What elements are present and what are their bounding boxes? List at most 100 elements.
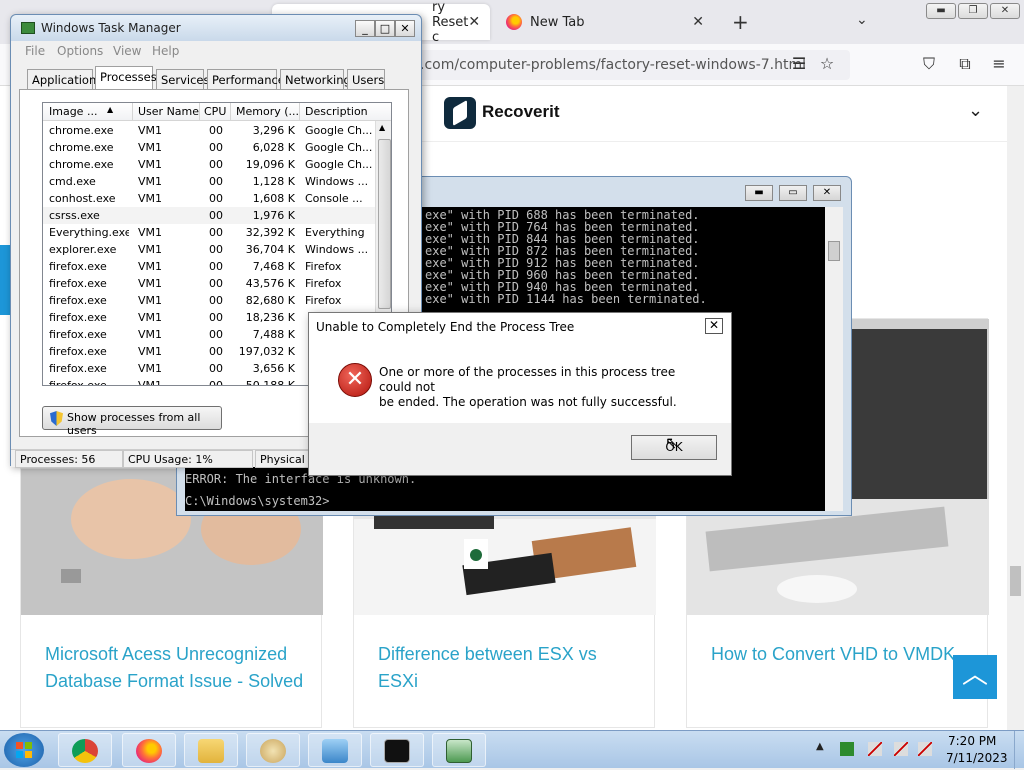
menu-options[interactable]: Options [57,44,103,58]
menu-file[interactable]: File [25,44,45,58]
cell-description: Everything [305,226,365,239]
extensions-icon[interactable]: ⧉ [954,53,976,75]
tab-processes[interactable]: Processes [95,66,157,90]
dialog-title-bar[interactable]: Unable to Completely End the Process Tre… [309,313,731,339]
scroll-up-icon[interactable]: ▲ [379,123,385,132]
column-divider[interactable] [230,103,231,121]
page-scrollbar-thumb[interactable] [1010,566,1021,596]
status-processes: Processes: 56 [15,450,123,468]
task-manager-title-bar[interactable]: Windows Task Manager _ □ ✕ [11,15,421,41]
taskbar-control-panel[interactable] [308,733,362,767]
tab-performance[interactable]: Performance [207,69,285,89]
column-user-name[interactable]: User Name [138,105,199,118]
clock-time[interactable]: 7:20 PM [948,734,996,748]
article-title[interactable]: Microsoft Acess Unrecognized Database Fo… [45,641,305,695]
console-scrollbar-thumb[interactable] [828,241,840,261]
close-window-button[interactable]: ✕ [990,3,1020,19]
reader-view-icon[interactable]: ☰ [788,53,810,75]
chevron-down-icon[interactable]: ⌄ [968,100,983,121]
cell-memory: 18,236 K [245,311,295,324]
cell-user-name: VM1 [138,141,163,154]
close-icon[interactable]: ✕ [468,14,480,30]
bookmark-star-icon[interactable]: ☆ [816,53,838,75]
pocket-icon[interactable]: ⛉ [918,53,940,75]
close-window-button[interactable]: ✕ [813,185,841,201]
taskbar-explorer[interactable] [184,733,238,767]
volume-icon[interactable] [918,742,932,756]
column-divider[interactable] [299,103,300,121]
firefox-icon [506,14,522,30]
table-row[interactable]: cmd.exe VM1 00 1,128 K Windows ... [43,173,375,190]
menu-view[interactable]: View [113,44,141,58]
table-row[interactable]: chrome.exe VM1 00 3,296 K Google Ch... [43,122,375,139]
show-all-processes-button[interactable]: Show processes from all users [42,406,222,437]
article-title[interactable]: How to Convert VHD to VMDK [711,641,971,668]
recoverit-logo-icon[interactable] [444,97,476,129]
clock-date[interactable]: 7/11/2023 [946,751,1008,765]
menu-icon[interactable]: ≡ [988,53,1010,75]
table-row[interactable]: csrss.exe 00 1,976 K [43,207,375,224]
process-list-scrollbar-thumb[interactable] [378,139,391,309]
dialog-message-line: One or more of the processes in this pro… [379,365,676,394]
table-row[interactable]: firefox.exe VM1 00 82,680 K Firefox [43,292,375,309]
taskbar-cmd[interactable] [370,733,424,767]
brand-name[interactable]: Recoverit [482,102,559,122]
tray-expand-icon[interactable]: ▲ [816,741,824,752]
taskbar-chrome[interactable] [58,733,112,767]
tab-services[interactable]: Services [156,69,210,89]
tab-applications[interactable]: Applications [27,69,102,89]
start-button[interactable] [4,733,44,767]
column-divider[interactable] [199,103,200,121]
taskbar-paint[interactable] [246,733,300,767]
console-scrollbar[interactable] [825,207,843,511]
action-center-icon[interactable] [868,742,882,756]
column-description[interactable]: Description [305,105,368,118]
minimize-button[interactable]: ▬ [745,185,773,201]
browser-tab-new[interactable]: New Tab ✕ [496,4,714,40]
new-tab-icon[interactable]: + [732,10,749,34]
cell-memory: 32,392 K [245,226,295,239]
table-row[interactable]: firefox.exe VM1 00 7,468 K Firefox [43,258,375,275]
cell-memory: 7,468 K [252,260,295,273]
tab-list-chevron-icon[interactable]: ⌄ [856,12,868,28]
column-image-name[interactable]: Image ... [49,105,97,118]
column-memory[interactable]: Memory (... [236,105,299,118]
menu-help[interactable]: Help [152,44,179,58]
chrome-icon [72,739,98,763]
table-row[interactable]: chrome.exe VM1 00 6,028 K Google Ch... [43,139,375,156]
column-divider[interactable] [132,103,133,121]
table-row[interactable]: Everything.exe VM1 00 32,392 K Everything [43,224,375,241]
restore-button[interactable]: ❐ [958,3,988,19]
maximize-button[interactable]: □ [375,20,395,37]
show-desktop-button[interactable] [1014,731,1024,769]
table-row[interactable]: firefox.exe VM1 00 43,576 K Firefox [43,275,375,292]
cell-cpu: 00 [209,260,223,273]
cell-image-name: chrome.exe [49,124,114,137]
dialog-content: ✕ One or more of the processes in this p… [309,339,731,423]
table-row[interactable]: chrome.exe VM1 00 19,096 K Google Ch... [43,156,375,173]
console-line: exe" with PID 1144 has been terminated. [425,292,707,306]
tab-users[interactable]: Users [347,69,385,89]
dialog-close-button[interactable]: ✕ [705,318,723,334]
tab-networking[interactable]: Networking [280,69,351,89]
scroll-to-top-button[interactable]: ︿ [953,655,997,699]
cell-user-name: VM1 [138,192,163,205]
url-field[interactable]: .com/computer-problems/factory-reset-win… [380,50,850,80]
minimize-button[interactable]: _ [355,20,375,37]
minimize-button[interactable]: ▬ [926,3,956,19]
cell-user-name: VM1 [138,124,163,137]
close-icon[interactable]: ✕ [692,14,704,30]
page-scrollbar[interactable] [1007,86,1024,730]
cell-description: Console ... [305,192,363,205]
column-cpu[interactable]: CPU [204,105,226,118]
tray-green-icon[interactable] [840,742,854,756]
close-window-button[interactable]: ✕ [395,20,415,37]
network-icon[interactable] [894,742,908,756]
taskbar-firefox[interactable] [122,733,176,767]
table-row[interactable]: conhost.exe VM1 00 1,608 K Console ... [43,190,375,207]
article-title[interactable]: Difference between ESX vs ESXi [378,641,638,695]
cell-cpu: 00 [209,294,223,307]
maximize-button[interactable]: ▭ [779,185,807,201]
table-row[interactable]: explorer.exe VM1 00 36,704 K Windows ... [43,241,375,258]
taskbar-task-manager[interactable] [432,733,486,767]
